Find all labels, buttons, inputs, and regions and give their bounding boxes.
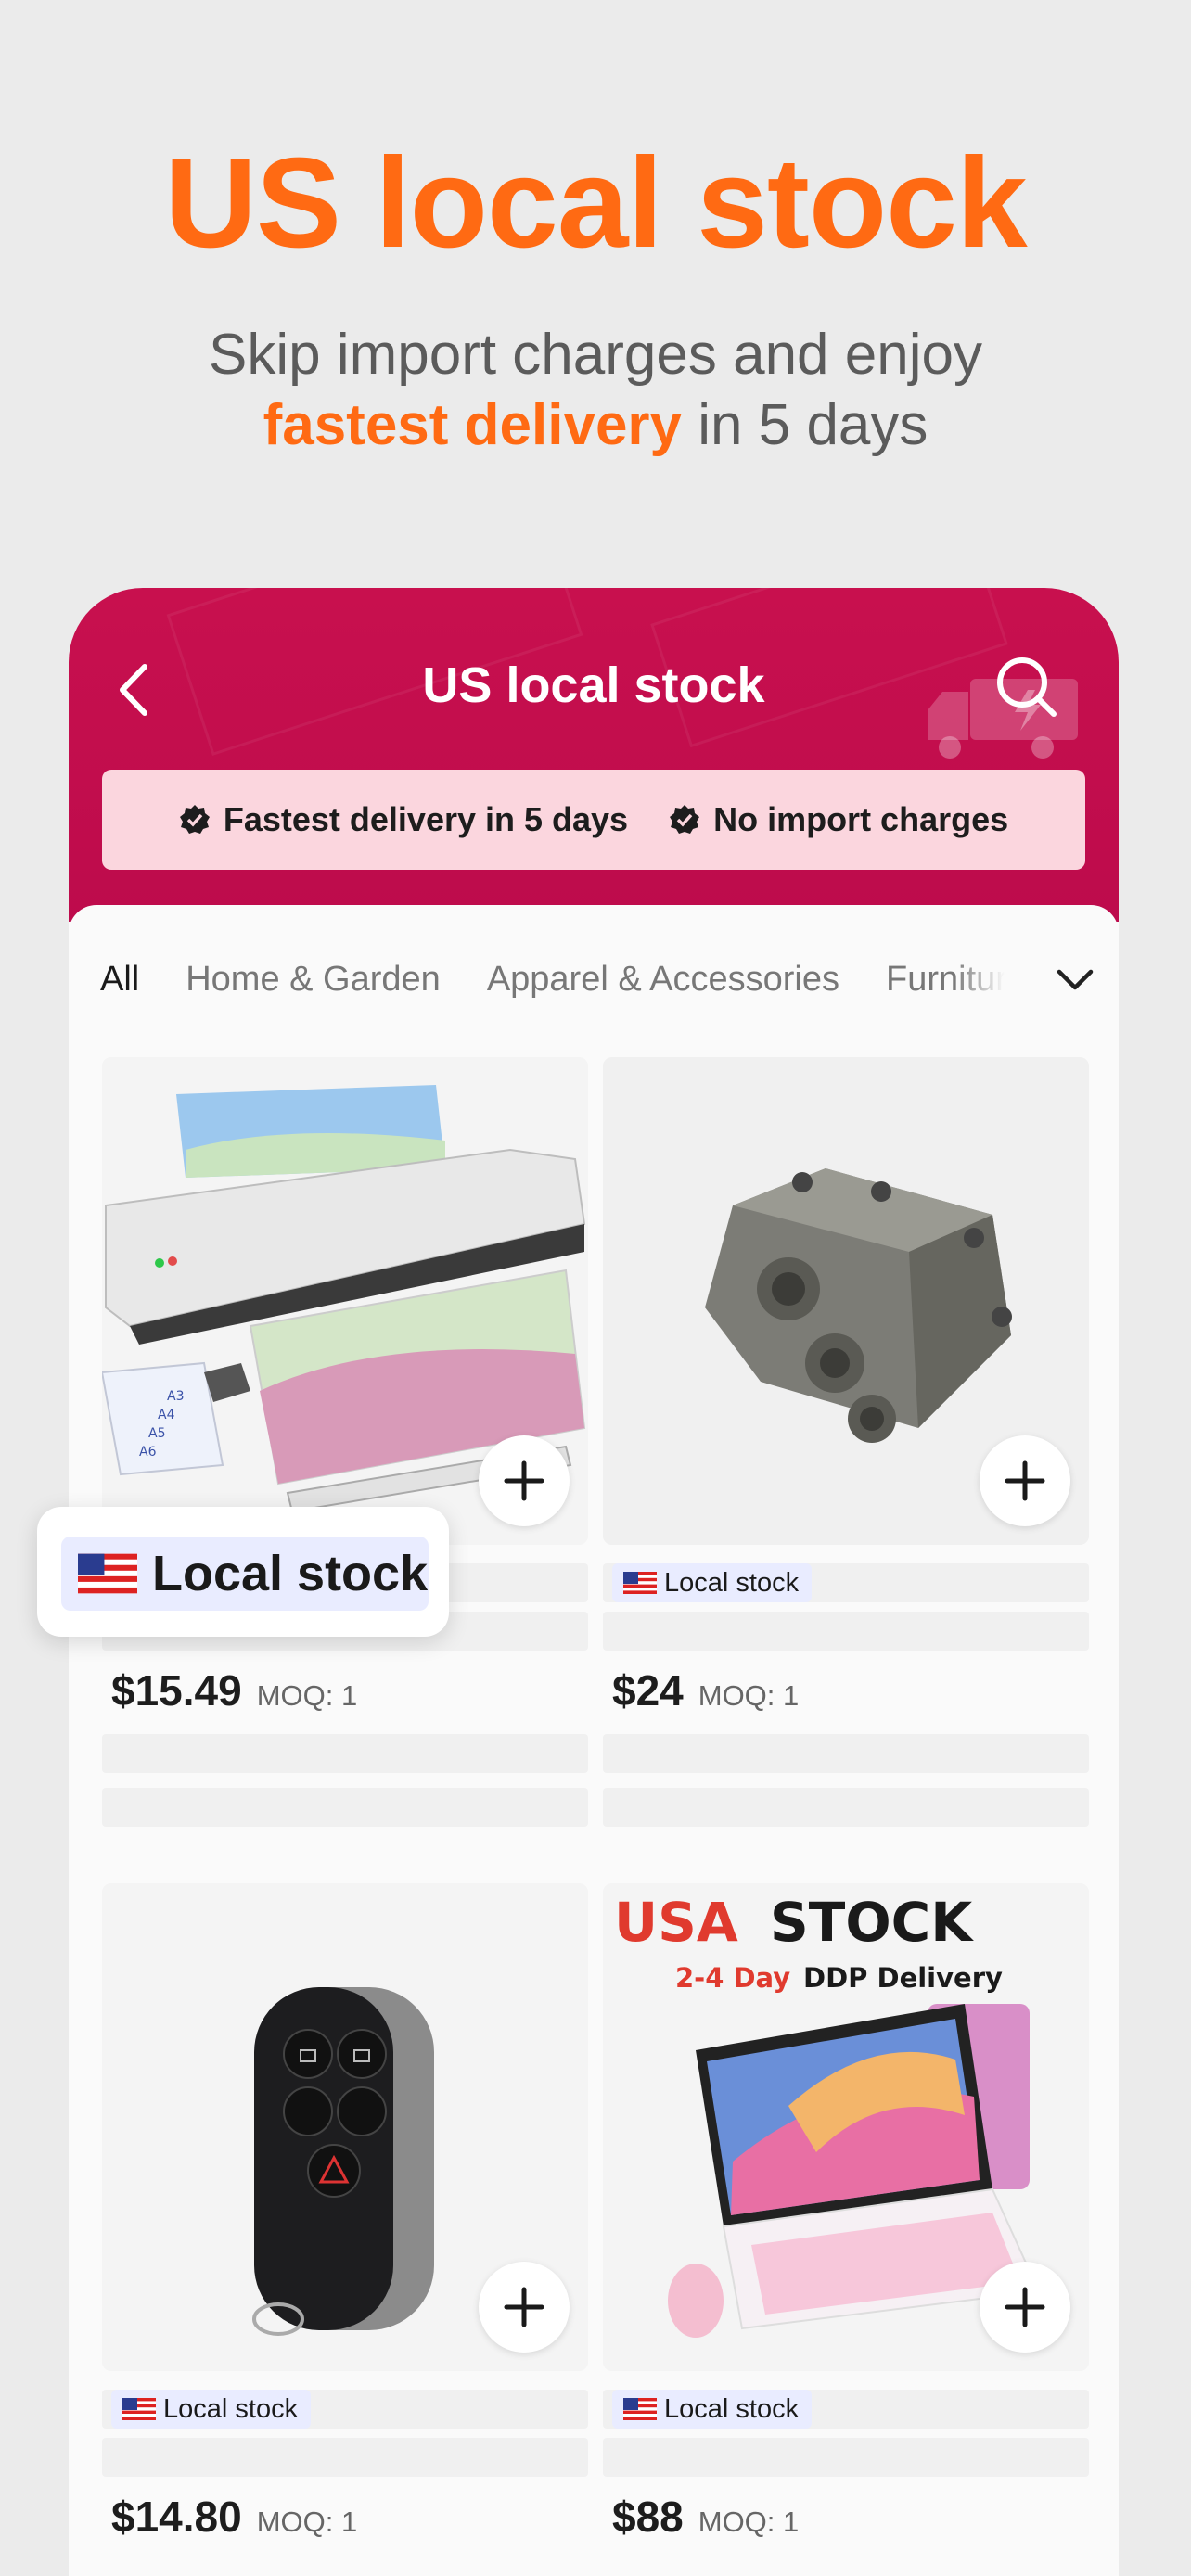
add-to-cart-button[interactable] — [980, 2262, 1070, 2353]
price-line: $15.49 MOQ: 1 — [102, 1665, 588, 1721]
product-card[interactable]: Local stock $24 MOQ: 1 — [603, 1057, 1089, 1827]
svg-text:A6: A6 — [139, 1445, 157, 1460]
benefit-fast-delivery: Fastest delivery in 5 days — [179, 800, 628, 839]
us-flag-icon — [623, 1572, 657, 1594]
product-image[interactable] — [603, 1057, 1089, 1545]
hero-subtitle-highlight: fastest delivery — [263, 393, 683, 457]
title-placeholder — [603, 1612, 1089, 1651]
product-card[interactable]: Local stock $14.80 MOQ: 1 — [102, 1883, 588, 2547]
page-header: US local stock Fastest delivery in 5 day… — [69, 588, 1119, 922]
badge-row: Local stock — [603, 1563, 1089, 1602]
product-moq: MOQ: 1 — [256, 1679, 358, 1712]
local-stock-badge: Local stock — [111, 2390, 312, 2429]
badge-row: Local stock — [603, 2390, 1089, 2429]
product-price: $24 — [612, 1666, 684, 1715]
product-card[interactable]: A3 A4 A5 A6 $15.49 MOQ: 1 — [102, 1057, 588, 1827]
tabs-fade — [954, 933, 1056, 1026]
product-image[interactable]: A3 A4 A5 A6 — [102, 1057, 588, 1545]
price-line: $14.80 MOQ: 1 — [102, 2492, 588, 2547]
callout-label: Local stock — [152, 1546, 429, 1601]
plus-icon — [504, 2287, 544, 2327]
local-stock-badge: Local stock — [612, 2390, 813, 2429]
hero-subtitle-line1: Skip import charges and enjoy — [208, 323, 982, 387]
product-price: $14.80 — [111, 2493, 242, 2541]
info-placeholder — [603, 1788, 1089, 1827]
verified-check-icon — [179, 805, 210, 834]
title-placeholder — [603, 2438, 1089, 2477]
add-to-cart-button[interactable] — [479, 2262, 570, 2353]
hero-subtitle-line2: fastest delivery in 5 days — [0, 390, 1191, 461]
product-image[interactable]: USA STOCK 2-4 Day DDP Delivery — [603, 1883, 1089, 2371]
expand-categories-button[interactable] — [1052, 957, 1098, 1003]
promo-days: 2-4 Day — [675, 1962, 790, 1994]
badge-row: Local stock — [102, 2390, 588, 2429]
svg-text:A3: A3 — [167, 1389, 184, 1404]
us-flag-icon — [122, 2398, 156, 2420]
us-flag-icon — [78, 1553, 137, 1594]
info-placeholder — [102, 1734, 588, 1773]
svg-text:A4: A4 — [158, 1408, 175, 1422]
benefit-label: No import charges — [713, 800, 1009, 838]
title-placeholder — [102, 2438, 588, 2477]
badge-label: Local stock — [163, 2393, 299, 2424]
us-flag-icon — [623, 2398, 657, 2420]
product-moq: MOQ: 1 — [256, 2506, 358, 2538]
hero-subtitle-rest: in 5 days — [682, 393, 928, 457]
plus-icon — [1005, 1460, 1045, 1501]
product-moq: MOQ: 1 — [698, 1679, 800, 1712]
tab-apparel-accessories[interactable]: Apparel & Accessories — [487, 960, 839, 1000]
product-image[interactable] — [102, 1883, 588, 2371]
search-button[interactable] — [987, 649, 1070, 733]
category-tabs: All Home & Garden Apparel & Accessories … — [100, 942, 1087, 1016]
benefit-label: Fastest delivery in 5 days — [223, 800, 629, 838]
promo-stock: STOCK — [770, 1891, 974, 1954]
product-price: $15.49 — [111, 1666, 242, 1715]
local-stock-callout-badge: Local stock — [61, 1537, 429, 1611]
product-content: All Home & Garden Apparel & Accessories … — [69, 905, 1119, 2576]
promo-ddp: DDP Delivery — [803, 1962, 1003, 1994]
price-line: $24 MOQ: 1 — [603, 1665, 1089, 1721]
svg-text:A5: A5 — [148, 1426, 165, 1441]
promo-usa: USA — [614, 1891, 738, 1954]
plus-icon — [1005, 2287, 1045, 2327]
search-icon — [997, 657, 1057, 717]
info-placeholder — [102, 1788, 588, 1827]
hero-subtitle: Skip import charges and enjoy fastest de… — [0, 320, 1191, 461]
product-card[interactable]: USA STOCK 2-4 Day DDP Delivery Local sto… — [603, 1883, 1089, 2547]
tab-all[interactable]: All — [100, 960, 139, 1000]
benefit-no-import: No import charges — [669, 800, 1008, 839]
info-placeholder — [603, 1734, 1089, 1773]
add-to-cart-button[interactable] — [980, 1435, 1070, 1526]
benefits-banner: Fastest delivery in 5 days No import cha… — [102, 770, 1085, 870]
badge-label: Local stock — [664, 1567, 800, 1598]
local-stock-badge: Local stock — [612, 1563, 813, 1602]
chevron-down-icon — [1057, 969, 1094, 990]
plus-icon — [504, 1460, 544, 1501]
badge-label: Local stock — [664, 2393, 800, 2424]
local-stock-callout: Local stock — [37, 1507, 449, 1637]
hero-title: US local stock — [164, 132, 1027, 274]
product-price: $88 — [612, 2493, 684, 2541]
add-to-cart-button[interactable] — [479, 1435, 570, 1526]
product-moq: MOQ: 1 — [698, 2506, 800, 2538]
verified-check-icon — [670, 805, 700, 834]
price-line: $88 MOQ: 1 — [603, 2492, 1089, 2547]
tab-home-garden[interactable]: Home & Garden — [186, 960, 441, 1000]
